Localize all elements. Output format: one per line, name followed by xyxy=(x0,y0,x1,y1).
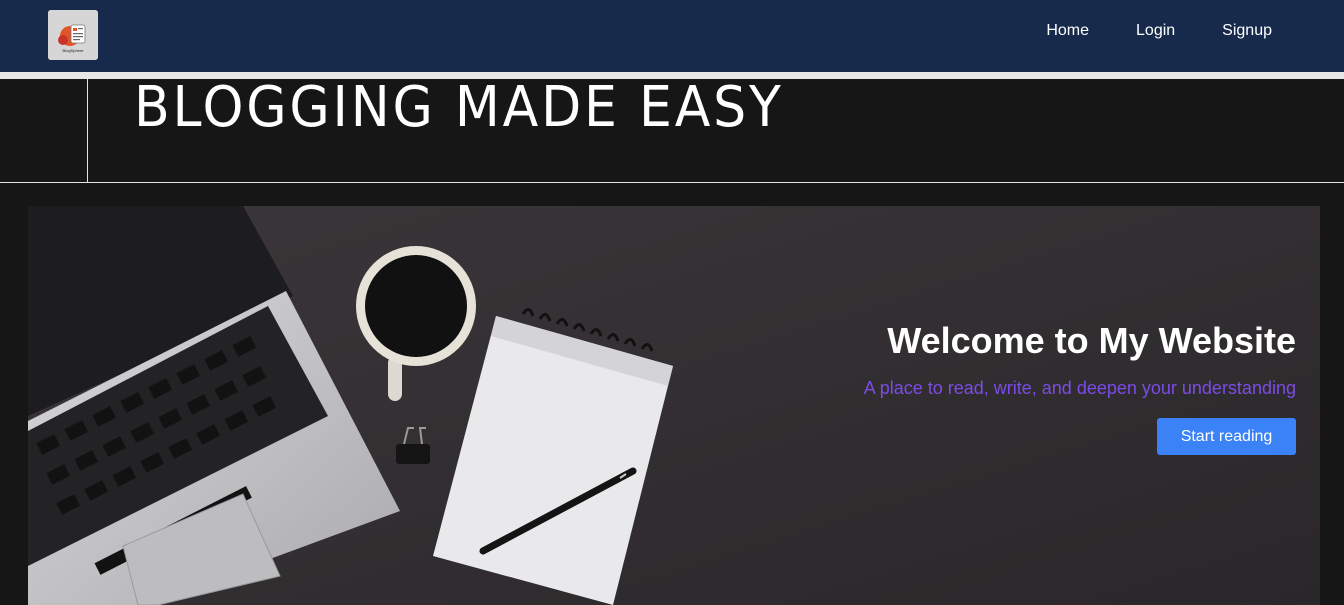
nav-link-login[interactable]: Login xyxy=(1136,20,1175,42)
title-banner: BLOGGING MADE EASY xyxy=(0,75,1344,183)
site-title: BLOGGING MADE EASY xyxy=(134,75,784,140)
hero-subtitle: A place to read, write, and deepen your … xyxy=(863,378,1296,398)
nav-menu: Home Login Signup xyxy=(999,20,1272,42)
nav-link-signup[interactable]: Signup xyxy=(1222,20,1272,42)
title-vertical-rule xyxy=(87,79,88,183)
hero-heading: Welcome to My Website xyxy=(887,320,1296,361)
site-logo[interactable]: BlogSphere xyxy=(48,10,98,60)
top-navbar: BlogSphere Home Login Signup xyxy=(0,0,1344,72)
hero-section: Welcome to My Website A place to read, w… xyxy=(28,206,1320,605)
logo-text: BlogSphere xyxy=(62,48,84,53)
hero-content: Welcome to My Website A place to read, w… xyxy=(864,320,1296,455)
nav-link-home[interactable]: Home xyxy=(1046,20,1089,42)
start-reading-button[interactable]: Start reading xyxy=(1157,418,1296,455)
